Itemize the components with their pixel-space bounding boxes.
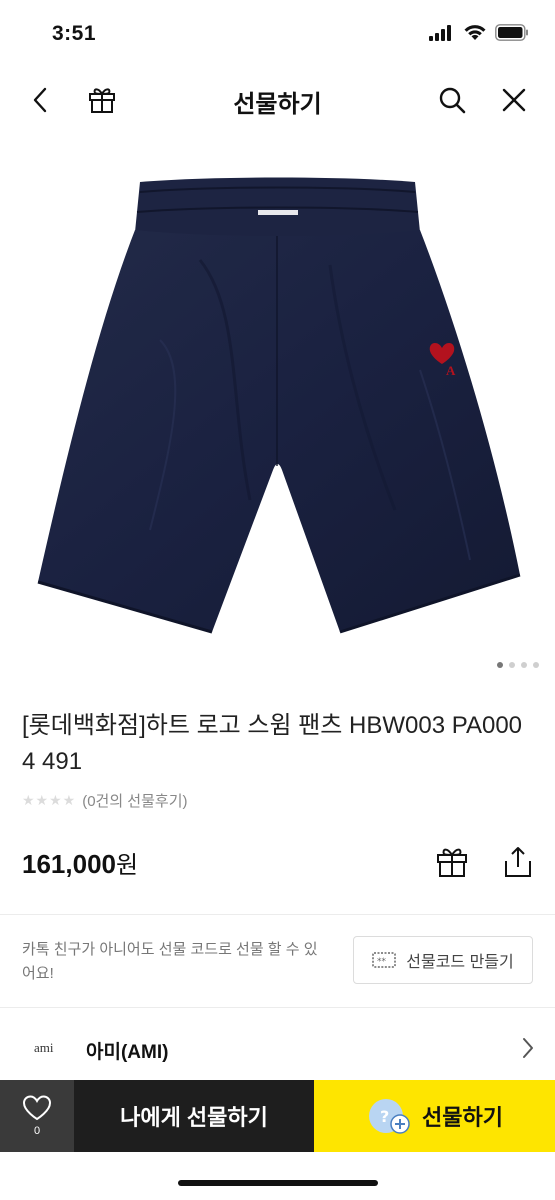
home-indicator[interactable] — [178, 1180, 378, 1186]
share-icon — [505, 847, 531, 877]
chevron-right-icon — [523, 1038, 533, 1058]
brand-logo: ami — [34, 1040, 54, 1055]
gift-icon — [437, 848, 467, 877]
ticket-icon: ** — [372, 952, 396, 968]
gift-button[interactable]: ? 선물하기 — [314, 1080, 555, 1152]
gift-to-me-label: 나에게 선물하기 — [120, 1105, 268, 1130]
rating-stars: ★★★★ — [22, 792, 77, 808]
make-gift-code-label: 선물코드 만들기 — [406, 954, 514, 971]
status-icons — [429, 24, 529, 41]
brand-name: 아미(AMI) — [86, 1042, 169, 1063]
pager-dot — [497, 662, 503, 668]
price: 161,000원 — [22, 845, 138, 880]
wish-gift-button[interactable] — [430, 840, 474, 884]
wifi-icon — [464, 25, 486, 40]
product-image[interactable]: A — [0, 170, 555, 650]
close-icon — [502, 88, 526, 112]
close-button[interactable] — [492, 78, 536, 122]
status-bar: 3:51 — [0, 0, 555, 70]
bottom-action-bar: 0 나에게 선물하기 ? 선물하기 — [0, 1080, 555, 1152]
share-button[interactable] — [496, 840, 540, 884]
svg-text:A: A — [446, 363, 456, 378]
svg-text:**: ** — [377, 957, 387, 967]
status-time: 3:51 — [52, 22, 97, 45]
search-button[interactable] — [430, 78, 474, 122]
svg-text:?: ? — [380, 1107, 389, 1126]
rating-row[interactable]: ★★★★ (0건의 선물후기) — [22, 790, 188, 811]
home-indicator-area — [0, 1152, 555, 1200]
price-unit: 원 — [115, 852, 139, 879]
pager-dot — [509, 662, 515, 668]
heart-icon — [22, 1095, 52, 1121]
gift-label: 선물하기 — [422, 1105, 503, 1130]
gift-to-me-button[interactable]: 나에게 선물하기 — [74, 1080, 314, 1152]
brand-row[interactable]: ami 아미(AMI) — [0, 1008, 555, 1080]
product-title: [롯데백화점]하트 로고 스윔 팬츠 HBW003 PA0004 491 — [22, 712, 523, 775]
divider — [0, 914, 555, 915]
make-gift-code-button[interactable]: ** 선물코드 만들기 — [353, 936, 533, 984]
gift-code-section: 카톡 친구가 아니어도 선물 코드로 선물 할 수 있어요! ** 선물코드 만… — [0, 916, 555, 1008]
wish-button[interactable]: 0 — [0, 1080, 74, 1152]
nav-bar: 선물하기 — [0, 70, 555, 128]
search-icon — [439, 87, 466, 114]
friend-add-icon: ? — [369, 1099, 410, 1134]
pager-dot — [521, 662, 527, 668]
signal-icon — [429, 24, 451, 41]
pager-dot — [533, 662, 539, 668]
image-pager — [497, 662, 539, 668]
wish-count: 0 — [33, 1125, 41, 1137]
review-count: (0건의 선물후기) — [82, 793, 188, 810]
shorts-illustration: A — [37, 177, 521, 634]
price-value: 161,000 — [22, 849, 116, 879]
battery-icon — [495, 24, 528, 41]
gift-code-description: 카톡 친구가 아니어도 선물 코드로 선물 할 수 있어요! — [22, 941, 318, 982]
